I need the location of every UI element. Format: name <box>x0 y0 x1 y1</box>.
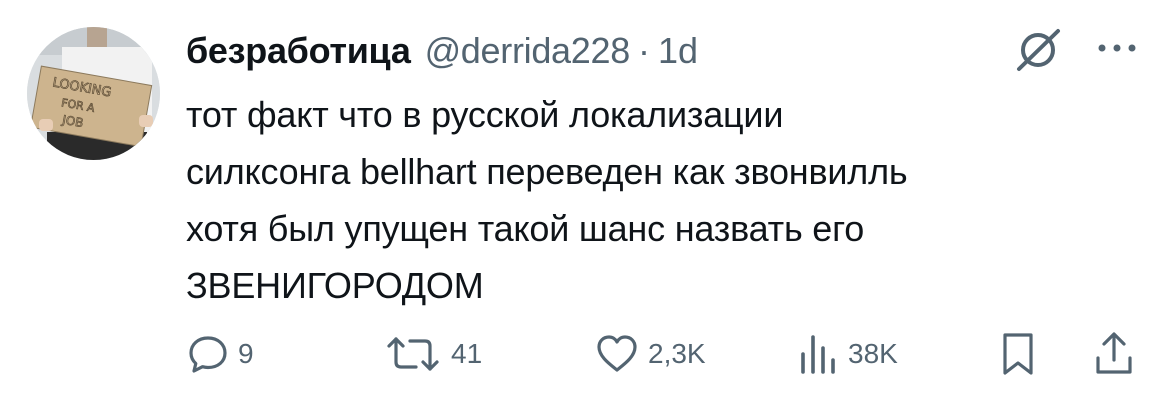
like-icon <box>597 335 637 372</box>
like-count: 2,3K <box>648 338 706 369</box>
timestamp[interactable]: 1d <box>658 30 698 72</box>
reply-icon <box>189 336 227 373</box>
bookmark-icon <box>1003 333 1033 375</box>
tweet-text-line: ЗВЕНИГОРОДОМ <box>186 265 484 306</box>
display-name[interactable]: безработица <box>186 30 411 72</box>
views-button[interactable]: 38K <box>796 330 898 378</box>
separator-dot: · <box>637 30 650 71</box>
reply-count: 9 <box>238 338 254 369</box>
reply-button[interactable]: 9 <box>186 330 254 378</box>
user-handle[interactable]: @derrida228 <box>425 30 631 72</box>
share-icon <box>1096 332 1132 374</box>
retweet-button[interactable]: 41 <box>383 330 482 378</box>
bookmark-button[interactable] <box>1000 330 1036 378</box>
grok-icon[interactable] <box>1012 26 1064 74</box>
tweet-header: безработица @derrida228 · 1d <box>186 26 698 76</box>
views-icon <box>801 335 835 374</box>
share-button[interactable] <box>1092 330 1136 378</box>
avatar[interactable]: LOOKING FOR A JOB <box>27 27 160 160</box>
avatar-image: LOOKING FOR A JOB <box>27 27 160 160</box>
retweet-icon <box>387 337 439 371</box>
more-icon[interactable] <box>1096 38 1138 58</box>
tweet-text-line: тот факт что в русской локализации <box>186 94 784 135</box>
tweet-text: тот факт что в русской локализации силкс… <box>186 86 1146 314</box>
tweet-text-line: хотя был упущен такой шанс назвать его <box>186 208 865 249</box>
tweet[interactable]: LOOKING FOR A JOB безработица @derrida22… <box>0 0 1170 415</box>
tweet-text-line: силксонга bellhart переведен как звонвил… <box>186 151 908 192</box>
views-count: 38K <box>848 338 898 369</box>
like-button[interactable]: 2,3K <box>594 330 706 378</box>
retweet-count: 41 <box>451 338 483 369</box>
